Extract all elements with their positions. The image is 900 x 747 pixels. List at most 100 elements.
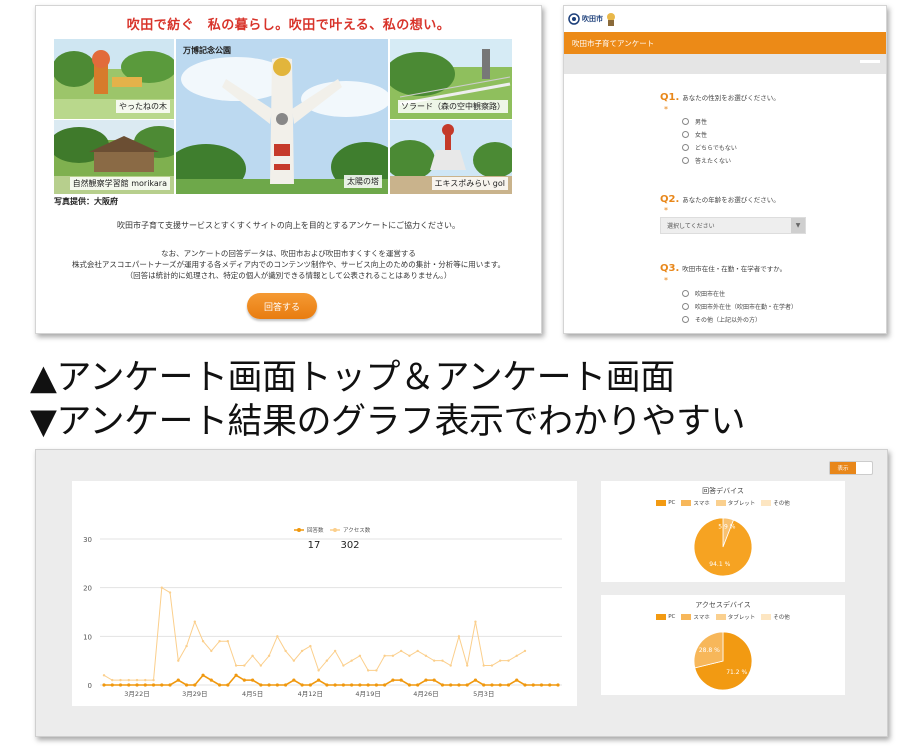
- x-tick-label: 3月22日: [124, 690, 149, 698]
- radio-icon[interactable]: [682, 290, 689, 297]
- radio-icon[interactable]: [682, 144, 689, 151]
- data-point: [482, 664, 485, 667]
- pie-chart: 5.9 % 94.1 %: [693, 517, 753, 577]
- data-point: [160, 586, 163, 589]
- data-point: [152, 678, 155, 682]
- data-point: [177, 659, 180, 662]
- q3-option[interactable]: 吹田市外在住（吹田市在勤・在学者）: [682, 302, 797, 311]
- legend-item[interactable]: その他: [761, 613, 790, 621]
- data-point: [490, 683, 494, 687]
- photo-caption: ソラード（森の空中観察路）: [398, 100, 508, 113]
- q3-number: Q3.: [660, 263, 680, 274]
- data-point: [383, 683, 387, 687]
- data-point: [548, 683, 552, 687]
- mascot-icon: [607, 13, 615, 26]
- data-point: [441, 659, 444, 662]
- data-point: [449, 683, 453, 687]
- pie-label: 28.8 %: [699, 647, 720, 654]
- data-point: [309, 644, 312, 648]
- data-point: [267, 683, 271, 687]
- data-point: [193, 620, 196, 623]
- data-point: [424, 654, 428, 657]
- data-point: [498, 683, 502, 687]
- q1-option[interactable]: 男性: [682, 117, 707, 126]
- data-point: [251, 654, 254, 657]
- legend-marker: [297, 528, 301, 532]
- data-point: [102, 683, 106, 687]
- q3-option[interactable]: 吹田市在住: [682, 289, 725, 298]
- x-tick-label: 4月5日: [242, 690, 263, 698]
- age-select[interactable]: 選択してください ▼: [660, 217, 806, 234]
- form-header: 吹田市子育てアンケート: [564, 32, 886, 54]
- data-point: [333, 683, 337, 687]
- data-point: [374, 683, 378, 687]
- radio-icon[interactable]: [682, 316, 689, 323]
- line-chart: 0 10 20 30 3月22日 3月29日 4月5日 4月12日 4月19日 4月26日 5月3日…: [83, 526, 562, 698]
- note-line: （回答は統計的に処理され、特定の個人が識別できる情報として公表されることはありま…: [125, 271, 452, 280]
- note-line: 株式会社アスコエパートナーズが運用する各メディア内でのコンテンツ制作や、サービス…: [71, 260, 506, 269]
- radio-icon[interactable]: [682, 118, 689, 125]
- legend-item[interactable]: スマホ: [681, 613, 710, 621]
- radio-icon[interactable]: [682, 303, 689, 310]
- legend-label: 回答数: [307, 526, 324, 534]
- legend-item[interactable]: タブレット: [715, 499, 755, 507]
- data-point: [432, 678, 436, 682]
- q1-option[interactable]: 答えたくない: [682, 156, 731, 165]
- radio-icon[interactable]: [682, 157, 689, 164]
- data-point: [449, 664, 452, 667]
- data-point: [416, 683, 420, 687]
- data-point: [507, 659, 510, 662]
- q1-option[interactable]: どちらでもない: [682, 143, 737, 152]
- legend-item[interactable]: その他: [761, 499, 790, 507]
- data-point: [176, 678, 180, 682]
- data-point: [457, 683, 461, 687]
- data-point: [556, 683, 560, 687]
- q1-option[interactable]: 女性: [682, 130, 707, 139]
- pie-chart: 71.2 % 28.8 %: [693, 631, 753, 691]
- data-point: [275, 683, 279, 687]
- data-point: [267, 654, 271, 657]
- data-point: [341, 683, 345, 687]
- data-point: [259, 683, 263, 687]
- answer-button[interactable]: 回答する: [247, 293, 317, 319]
- data-point: [473, 678, 478, 682]
- data-point: [127, 683, 131, 687]
- data-point: [292, 659, 296, 662]
- photo-caption: 太陽の塔: [344, 175, 382, 188]
- x-tick-label: 4月26日: [413, 690, 438, 698]
- series-line: [104, 674, 558, 686]
- caption-bottom: ▼アンケート結果のグラフ表示でわかりやすい: [30, 402, 746, 442]
- radio-icon[interactable]: [682, 131, 689, 138]
- legend-item[interactable]: PC: [656, 499, 675, 507]
- data-point: [111, 678, 114, 682]
- option-label: 答えたくない: [695, 158, 732, 165]
- data-point: [135, 678, 139, 682]
- pie-card-access-device: アクセスデバイス PC スマホ タブレット その他 71.2 % 28.8 %: [601, 595, 845, 695]
- data-point: [474, 620, 477, 623]
- data-point: [119, 678, 122, 682]
- data-point: [110, 683, 114, 687]
- option-label: 吹田市外在住（吹田市在勤・在学者）: [695, 304, 798, 311]
- option-label: 男性: [695, 119, 708, 126]
- legend-item[interactable]: タブレット: [715, 613, 755, 621]
- data-point: [102, 674, 106, 677]
- chevron-down-icon[interactable]: ▼: [791, 218, 805, 233]
- data-point: [242, 678, 246, 682]
- y-tick-label: 10: [83, 633, 92, 641]
- display-toggle[interactable]: 表示: [829, 461, 873, 475]
- q2-number: Q2.: [660, 194, 680, 205]
- toggle-label: 表示: [830, 462, 856, 474]
- legend-item[interactable]: PC: [656, 613, 675, 621]
- data-point: [144, 678, 147, 682]
- data-point: [506, 683, 511, 687]
- pie-title: アクセスデバイス: [695, 601, 751, 609]
- select-placeholder: 選択してください: [667, 223, 715, 230]
- q1-number: Q1.: [660, 92, 680, 103]
- y-tick-label: 20: [83, 585, 92, 593]
- data-point: [168, 591, 172, 594]
- q3-option[interactable]: その他（上記以外の方）: [682, 315, 761, 324]
- data-point: [366, 669, 370, 672]
- pie-legend: PC スマホ タブレット その他: [601, 613, 845, 621]
- legend-item[interactable]: スマホ: [681, 499, 710, 507]
- suita-logo[interactable]: 吹田市: [568, 11, 618, 27]
